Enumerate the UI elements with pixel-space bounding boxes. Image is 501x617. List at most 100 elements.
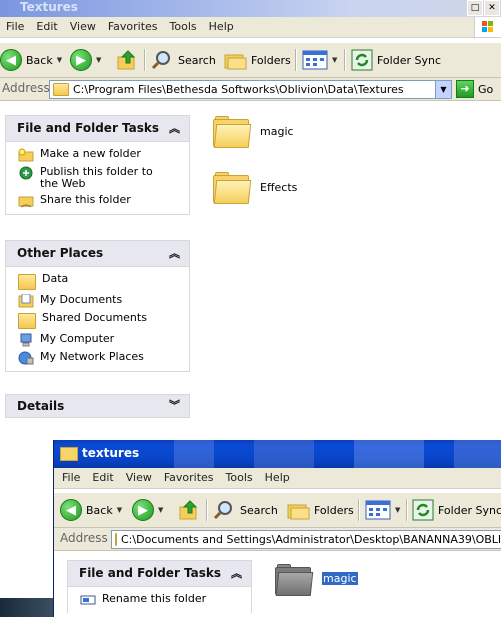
address-input[interactable]: C:\Program Files\Bethesda Softworks\Obli… [49, 80, 452, 99]
folders-icon [224, 54, 247, 70]
task-share-folder[interactable]: Share this folder [6, 192, 189, 210]
go-button[interactable]: ➜ Go [456, 80, 493, 98]
place-label: My Documents [40, 293, 123, 306]
standard-toolbar: ◀ Back ▼ ▶ ▼ Search Folders ▼ Folder Syn… [0, 43, 501, 78]
standard-toolbar: ◀ Back ▼ ▶ ▼ Search Folders ▼ Folder Syn… [54, 493, 501, 528]
folder-sync-label: Folder Sync [377, 53, 442, 67]
my-computer-icon [20, 333, 32, 347]
menu-favorites[interactable]: Favorites [102, 17, 164, 37]
new-folder-icon [18, 148, 34, 162]
folder-sync-button[interactable]: Folder Sync [351, 48, 441, 72]
collapse-chevron-icon[interactable]: ︽ [169, 116, 180, 141]
menu-view[interactable]: View [64, 17, 102, 37]
folders-icon [287, 504, 310, 520]
views-button[interactable]: ▼ [365, 498, 400, 522]
address-label: Address [60, 531, 108, 545]
details-header[interactable]: Details ︾ [5, 394, 190, 418]
menu-tools[interactable]: Tools [164, 17, 203, 37]
back-label: Back [26, 53, 53, 67]
collapse-chevron-icon[interactable]: ︽ [231, 561, 242, 586]
maximize-button[interactable]: □ [467, 0, 483, 16]
file-folder-tasks-header[interactable]: File and Folder Tasks ︽ [67, 560, 252, 586]
menu-edit[interactable]: Edit [86, 468, 119, 488]
go-arrow-icon: ➜ [456, 80, 474, 98]
expand-chevron-icon[interactable]: ︾ [169, 395, 180, 417]
other-places-header[interactable]: Other Places ︽ [5, 240, 190, 266]
search-icon [151, 51, 170, 70]
place-label: My Network Places [40, 350, 144, 363]
address-input[interactable]: C:\Documents and Settings\Administrator\… [111, 530, 501, 549]
menu-file[interactable]: File [0, 17, 30, 37]
back-arrow-icon: ◀ [60, 499, 82, 521]
task-label: Rename this folder [102, 592, 207, 605]
file-folder-tasks-panel: File and Folder Tasks ︽ Rename this fold… [67, 560, 252, 613]
close-button[interactable]: ✕ [484, 0, 500, 16]
search-button[interactable]: Search [150, 48, 216, 72]
folders-button[interactable]: Folders [223, 48, 291, 72]
menu-help[interactable]: Help [203, 17, 240, 37]
back-button[interactable]: ◀ Back ▼ [0, 48, 62, 72]
search-button[interactable]: Search [212, 498, 278, 522]
views-button[interactable]: ▼ [302, 48, 337, 72]
dropdown-arrow-icon[interactable]: ▼ [117, 506, 122, 514]
place-my-documents[interactable]: My Documents [6, 292, 189, 310]
task-publish-folder[interactable]: Publish this folder to the Web [6, 164, 189, 192]
folder-sync-icon [412, 499, 434, 521]
address-dropdown-icon[interactable]: ▼ [435, 81, 451, 98]
folder-label-magic[interactable]: magic [260, 125, 294, 138]
task-label: Publish this folder to the Web [40, 165, 153, 190]
forward-button[interactable]: ▶ ▼ [132, 498, 163, 522]
forward-button[interactable]: ▶ ▼ [70, 48, 101, 72]
shared-folder-icon [18, 313, 36, 329]
place-label: Shared Documents [42, 311, 147, 324]
place-shared-documents[interactable]: Shared Documents [6, 310, 189, 331]
folder-sync-button[interactable]: Folder Sync [412, 498, 501, 522]
folder-label-effects[interactable]: Effects [260, 181, 297, 194]
dropdown-arrow-icon[interactable]: ▼ [57, 56, 62, 64]
folder-icon [213, 124, 252, 148]
menu-tools[interactable]: Tools [220, 468, 259, 488]
place-my-network-places[interactable]: My Network Places [6, 349, 189, 367]
title-bar[interactable]: Textures □ ✕ [0, 0, 501, 17]
folder-icon [213, 180, 252, 204]
address-label: Address [2, 81, 50, 95]
folder-icon [60, 447, 78, 461]
folder-item-magic[interactable] [275, 564, 314, 596]
up-folder-button[interactable] [116, 48, 138, 72]
dropdown-arrow-icon[interactable]: ▼ [158, 506, 163, 514]
folder-icon [115, 533, 117, 546]
menu-favorites[interactable]: Favorites [158, 468, 220, 488]
file-folder-tasks-header[interactable]: File and Folder Tasks ︽ [5, 115, 190, 141]
place-my-computer[interactable]: My Computer [6, 331, 189, 349]
up-folder-button[interactable] [178, 498, 200, 522]
task-rename-folder[interactable]: Rename this folder [68, 591, 251, 609]
folder-item-effects[interactable] [213, 172, 252, 204]
address-bar: Address C:\Documents and Settings\Admini… [54, 528, 501, 551]
collapse-chevron-icon[interactable]: ︽ [169, 241, 180, 266]
place-label: Data [42, 272, 69, 285]
folder-item-magic[interactable] [213, 116, 252, 148]
menu-edit[interactable]: Edit [30, 17, 63, 37]
window-title: textures [82, 446, 140, 460]
menu-file[interactable]: File [54, 468, 86, 488]
title-bar[interactable]: textures [54, 440, 501, 468]
rename-icon [80, 595, 96, 605]
details-panel: Details ︾ [5, 394, 190, 418]
go-label: Go [478, 82, 494, 96]
task-make-new-folder[interactable]: Make a new folder [6, 146, 189, 164]
back-button[interactable]: ◀ Back ▼ [60, 498, 122, 522]
dropdown-arrow-icon[interactable]: ▼ [395, 506, 400, 514]
menu-view[interactable]: View [120, 468, 158, 488]
address-path: C:\Program Files\Bethesda Softworks\Obli… [73, 83, 404, 96]
desktop-background-dark [0, 598, 53, 617]
folder-label-magic[interactable]: magic [322, 572, 358, 585]
folder-sync-label: Folder Sync [438, 503, 501, 517]
address-bar: Address C:\Program Files\Bethesda Softwo… [0, 78, 501, 101]
place-data[interactable]: Data [6, 271, 189, 292]
dropdown-arrow-icon[interactable]: ▼ [332, 56, 337, 64]
menu-help[interactable]: Help [259, 468, 296, 488]
dropdown-arrow-icon[interactable]: ▼ [96, 56, 101, 64]
forward-arrow-icon: ▶ [70, 49, 92, 71]
folders-button[interactable]: Folders [286, 498, 354, 522]
folders-label: Folders [314, 503, 354, 517]
